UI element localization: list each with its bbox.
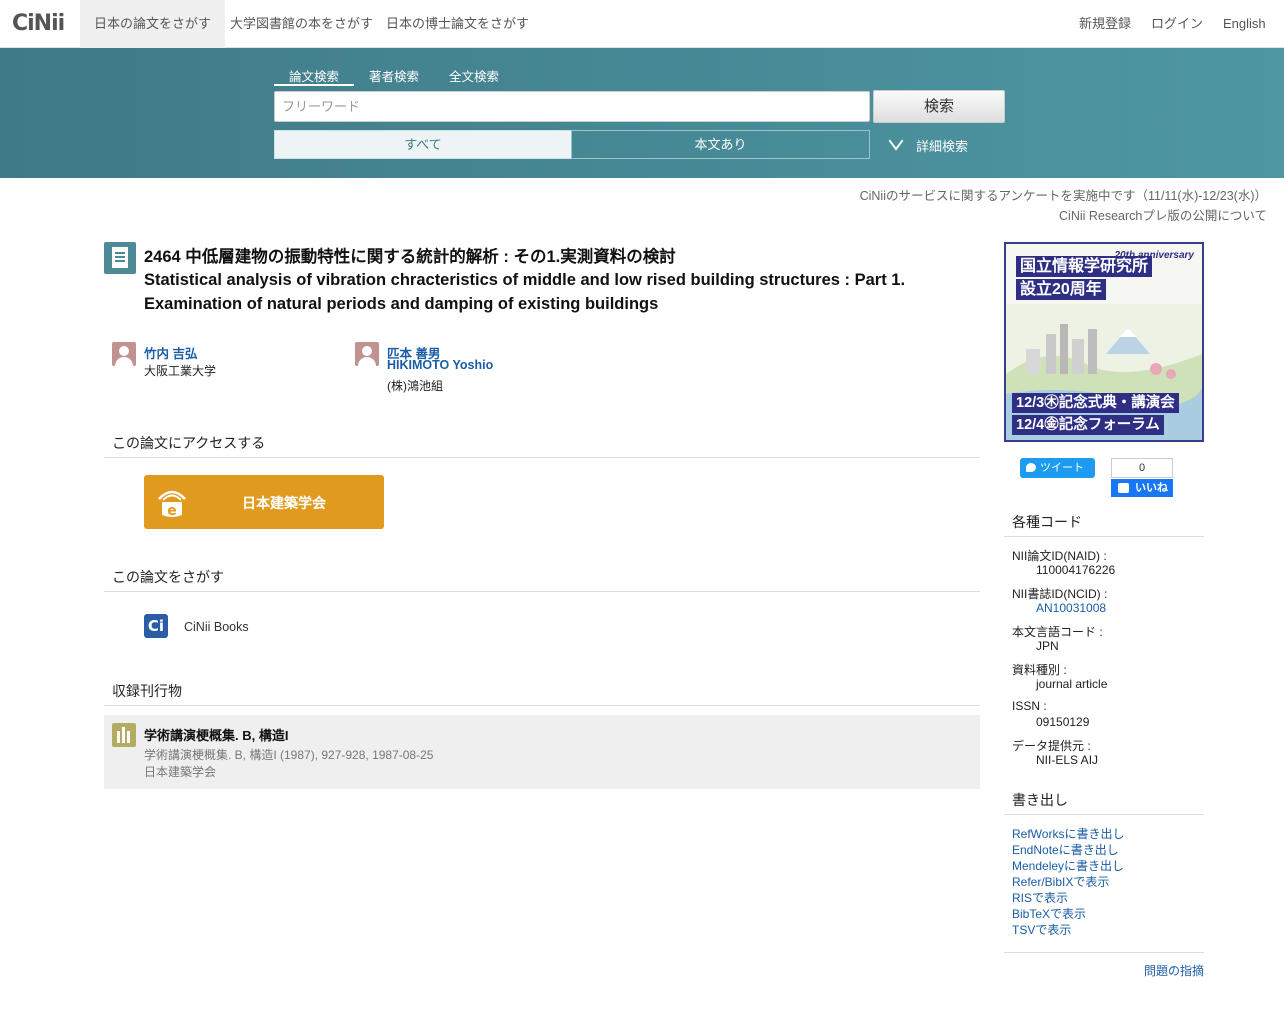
code-label: NII論文ID(NAID) : xyxy=(1012,549,1107,563)
journal-title-link[interactable]: 学術講演梗概集. B, 構造I xyxy=(144,725,288,744)
research-preview-notice-link[interactable]: CiNii Researchプレ版の公開について xyxy=(1059,205,1267,224)
advanced-search-label: 詳細検索 xyxy=(916,139,969,154)
like-label: いいね xyxy=(1135,482,1168,494)
author-name-english-link[interactable]: HIKIMOTO Yoshio xyxy=(387,358,493,372)
find-section-heading: この論文をさがす xyxy=(104,567,980,592)
chevron-down-icon xyxy=(888,131,904,151)
export-refworks-link[interactable]: RefWorksに書き出し xyxy=(1012,825,1124,842)
export-endnote-link[interactable]: EndNoteに書き出し xyxy=(1012,841,1119,858)
filter-all-button[interactable]: すべて xyxy=(274,130,572,159)
register-link[interactable]: 新規登録 xyxy=(1079,0,1131,48)
author-avatar-icon xyxy=(112,342,136,366)
tab-doctoral-dissertations[interactable]: 日本の博士論文をさがす xyxy=(372,0,543,48)
tab-university-library-books[interactable]: 大学図書館の本をさがす xyxy=(216,0,387,48)
search-button[interactable]: 検索 xyxy=(873,90,1005,123)
author-affiliation: 大阪工業大学 xyxy=(144,364,217,378)
export-bibtex-link[interactable]: BibTeXで表示 xyxy=(1012,905,1086,922)
publisher-access-label: 日本建築学会 xyxy=(242,495,326,511)
banner-line2: 設立20周年 xyxy=(1016,279,1106,300)
tweet-label: ツイート xyxy=(1040,462,1084,474)
code-label: 本文言語コード : xyxy=(1012,625,1103,639)
export-refer-link[interactable]: Refer/BibIXで表示 xyxy=(1012,873,1109,890)
tab-article-search[interactable]: 論文検索 xyxy=(274,66,354,86)
journal-publisher: 日本建築学会 xyxy=(144,765,217,779)
author-name-link[interactable]: 竹内 吉弘 xyxy=(144,343,197,362)
author-avatar-icon xyxy=(355,342,379,366)
cinii-logo[interactable]: CiNii xyxy=(12,11,65,36)
code-value: NII-ELS AIJ xyxy=(1036,753,1099,767)
banner-line3: 12/3㊍記念式典・講演会 xyxy=(1012,393,1179,413)
code-label: 資料種別 : xyxy=(1012,663,1067,677)
ncid-link[interactable]: AN10031008 xyxy=(1036,601,1106,615)
cinii-books-link[interactable]: CiNii Books xyxy=(184,620,249,634)
access-section-heading: この論文にアクセスする xyxy=(104,433,980,458)
search-input[interactable] xyxy=(274,91,870,122)
sidebar-divider xyxy=(1004,952,1204,953)
journal-item: 学術講演梗概集. B, 構造I 学術講演梗概集. B, 構造I (1987), … xyxy=(104,715,980,789)
export-tsv-link[interactable]: TSVで表示 xyxy=(1012,921,1071,938)
tab-author-search[interactable]: 著者検索 xyxy=(354,66,434,86)
journal-citation: 学術講演梗概集. B, 構造I (1987), 927-928, 1987-08… xyxy=(144,748,434,762)
journal-section-heading: 収録刊行物 xyxy=(104,681,980,706)
author-affiliation: (株)鴻池組 xyxy=(387,379,443,393)
code-label: データ提供元 : xyxy=(1012,739,1091,753)
export-heading: 書き出し xyxy=(1004,790,1204,815)
filter-fulltext-button[interactable]: 本文あり xyxy=(571,130,870,159)
nii-anniversary-banner[interactable]: 国立情報学研究所 設立20周年 20th anniversary 12/3㊍記念… xyxy=(1004,242,1204,442)
banner-badge: 20th anniversary xyxy=(1114,250,1195,261)
report-problem-link[interactable]: 問題の指摘 xyxy=(1144,962,1204,979)
journal-icon xyxy=(112,723,136,747)
tab-fulltext-search[interactable]: 全文検索 xyxy=(434,66,514,86)
like-count: 0 xyxy=(1111,458,1173,478)
english-link[interactable]: English xyxy=(1223,0,1266,48)
codes-heading: 各種コード xyxy=(1004,512,1204,537)
cinii-books-icon: Ci xyxy=(144,614,168,638)
code-label: NII書誌ID(NCID) : xyxy=(1012,587,1108,601)
code-value: journal article xyxy=(1036,677,1108,691)
export-ris-link[interactable]: RISで表示 xyxy=(1012,889,1068,906)
article-title-english: Statistical analysis of vibration chract… xyxy=(144,271,906,313)
document-icon xyxy=(104,242,136,274)
code-label: ISSN : xyxy=(1012,699,1047,713)
code-value: JPN xyxy=(1036,639,1059,653)
code-value: 09150129 xyxy=(1036,715,1090,729)
advanced-search-toggle[interactable]: 詳細検索 xyxy=(888,131,969,155)
banner-line4: 12/4㊎記念フォーラム xyxy=(1012,415,1164,435)
tab-japanese-articles[interactable]: 日本の論文をさがす xyxy=(80,0,226,48)
publisher-access-button[interactable]: e 日本建築学会 xyxy=(144,475,384,529)
tweet-button[interactable]: ツイート xyxy=(1020,458,1095,478)
thumbs-up-icon xyxy=(1118,483,1129,493)
article-title-japanese: 2464 中低層建物の振動特性に関する統計的解析 : その1.実測資料の検討 xyxy=(144,248,676,266)
top-navigation: CiNii 日本の論文をさがす 大学図書館の本をさがす 日本の博士論文をさがす … xyxy=(0,0,1284,48)
search-band: 論文検索 著者検索 全文検索 検索 すべて 本文あり 詳細検索 xyxy=(0,48,1284,178)
login-link[interactable]: ログイン xyxy=(1151,0,1203,48)
twitter-bird-icon xyxy=(1026,463,1036,472)
code-value: 110004176226 xyxy=(1036,563,1116,577)
export-mendeley-link[interactable]: Mendeleyに書き出し xyxy=(1012,857,1124,874)
survey-notice-link[interactable]: CiNiiのサービスに関するアンケートを実施中です（11/11(水)-12/23… xyxy=(860,185,1267,204)
like-button[interactable]: いいね xyxy=(1111,479,1173,497)
